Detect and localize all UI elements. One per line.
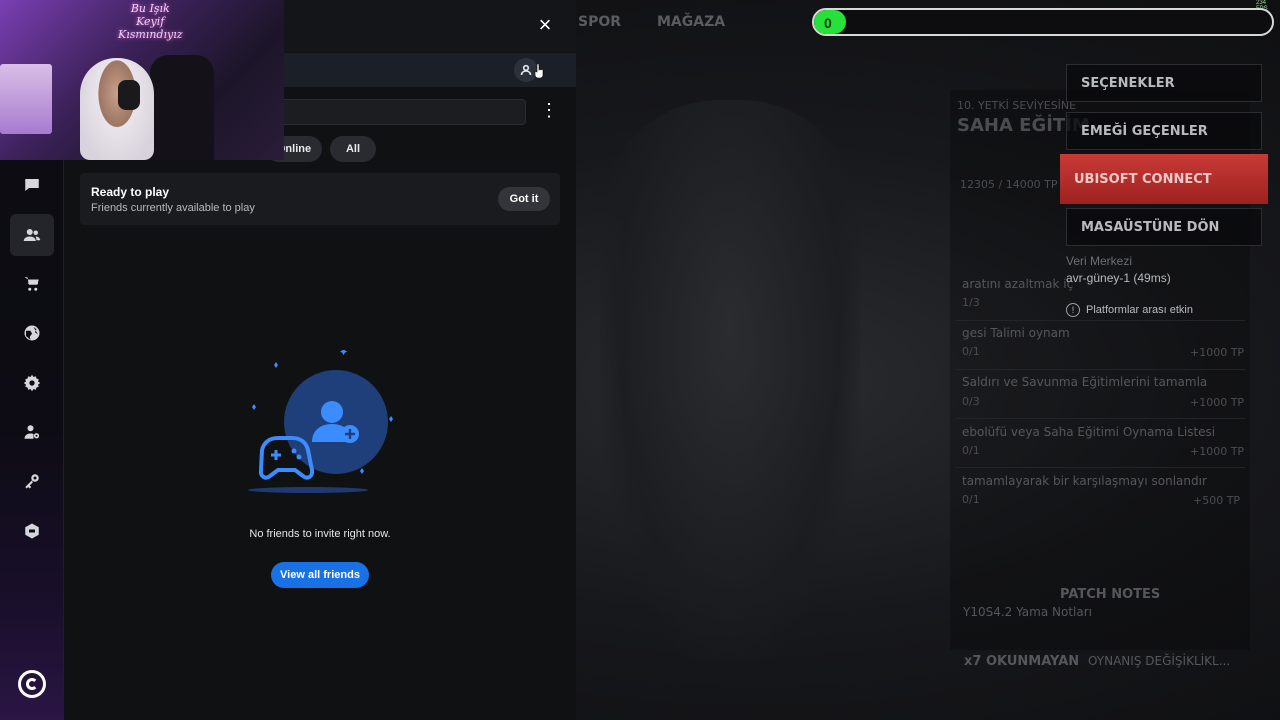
ubisoft-logo[interactable] bbox=[18, 670, 46, 698]
challenge-count: 0/3 bbox=[962, 395, 980, 408]
webcam-chair bbox=[150, 55, 214, 160]
neon-sign-line: Kısmındıyız bbox=[118, 28, 183, 41]
challenge-count: 1/3 bbox=[962, 296, 980, 309]
crossplay-label: Platformlar arası etkin bbox=[1086, 304, 1193, 316]
patch-notes-value[interactable]: Y10S4.2 Yama Notları bbox=[963, 605, 1092, 619]
webcam-person bbox=[80, 58, 154, 160]
gear-icon[interactable] bbox=[10, 362, 54, 404]
more-options-icon[interactable]: ⋮ bbox=[540, 101, 558, 119]
challenge-text: Saldırı ve Savunma Eğitimlerini tamamla bbox=[962, 375, 1208, 389]
datacenter-title: Veri Merkezi bbox=[1066, 254, 1133, 268]
datacenter-value: avr-güney-1 (49ms) bbox=[1066, 271, 1171, 285]
fps-counter: 234 FPS bbox=[1256, 0, 1268, 12]
webcam-pc bbox=[0, 64, 52, 134]
nav-magaza[interactable]: MAĞAZA bbox=[657, 14, 725, 30]
options-button[interactable]: SEÇENEKLER bbox=[1066, 64, 1262, 102]
close-icon[interactable]: × bbox=[534, 14, 556, 36]
webcam-overlay: Bu Işık Keyif Kısmındıyız bbox=[0, 0, 284, 160]
challenge-text: gesi Talimi oynam bbox=[962, 326, 1070, 340]
return-to-desktop-button[interactable]: MASAÜSTÜNE DÖN bbox=[1066, 208, 1262, 246]
crossplay-icon: ! bbox=[1066, 303, 1080, 317]
account-settings-icon[interactable] bbox=[10, 411, 54, 453]
progress-value: 0 bbox=[824, 15, 832, 31]
challenge-reward: +1000 TP bbox=[1190, 346, 1245, 359]
friends-icon[interactable] bbox=[10, 214, 54, 256]
challenge-reward: +500 TP bbox=[1193, 494, 1241, 507]
key-icon[interactable] bbox=[10, 460, 54, 502]
mouse-cursor-icon bbox=[534, 64, 544, 78]
operator-silhouette bbox=[600, 100, 860, 660]
neon-sign-line: Bu Işık bbox=[130, 2, 170, 15]
ready-to-play-card: Ready to play Friends currently availabl… bbox=[80, 173, 560, 225]
challenge-text: tamamlayarak bir karşılaşmayı sonlandır bbox=[962, 474, 1207, 488]
challenge-count: 0/1 bbox=[962, 444, 980, 457]
headset-icon bbox=[118, 80, 140, 110]
challenge-text: ebolüfü veya Saha Eğitimi Oynama Listesi bbox=[962, 425, 1216, 439]
changes-label[interactable]: OYNANIŞ DEĞİŞİKLİKL... bbox=[1088, 654, 1230, 668]
no-friends-illustration-icon bbox=[248, 350, 393, 493]
crossplay-status: ! Platformlar arası etkin bbox=[1066, 303, 1193, 317]
globe-icon[interactable] bbox=[10, 312, 54, 354]
got-it-button[interactable]: Got it bbox=[498, 187, 550, 211]
cart-icon[interactable] bbox=[10, 263, 54, 305]
patch-notes-label: PATCH NOTES bbox=[1060, 587, 1161, 602]
neon-sign-line: Keyif bbox=[136, 15, 165, 28]
filter-all[interactable]: All bbox=[330, 136, 376, 162]
chat-icon[interactable] bbox=[10, 164, 54, 206]
nav-spor[interactable]: SPOR bbox=[578, 14, 621, 30]
tp-counter: 12305 / 14000 TP bbox=[960, 178, 1058, 191]
game-icon[interactable] bbox=[10, 510, 54, 552]
empty-message: No friends to invite right now. bbox=[249, 528, 391, 540]
ready-subtitle: Friends currently available to play bbox=[91, 202, 255, 214]
rank-label: 10. YETKİ SEVİYESİNE bbox=[957, 99, 1077, 112]
progress-bar: 0 bbox=[812, 8, 1274, 36]
ready-title: Ready to play bbox=[91, 185, 170, 199]
challenge-reward: +1000 TP bbox=[1190, 445, 1245, 458]
ubisoft-connect-button[interactable]: UBISOFT CONNECT bbox=[1060, 154, 1268, 204]
challenge-text: aratını azaltmak iç bbox=[962, 277, 1074, 291]
challenge-reward: +1000 TP bbox=[1190, 396, 1245, 409]
challenge-count: 0/1 bbox=[962, 345, 980, 358]
view-all-friends-button[interactable]: View all friends bbox=[271, 562, 369, 588]
neon-sign: Bu Işık Keyif Kısmındıyız bbox=[118, 2, 183, 41]
credits-button[interactable]: EMEĞİ GEÇENLER bbox=[1066, 112, 1262, 150]
unread-label: x7 OKUNMAYAN bbox=[964, 654, 1080, 669]
challenge-count: 0/1 bbox=[962, 493, 980, 506]
